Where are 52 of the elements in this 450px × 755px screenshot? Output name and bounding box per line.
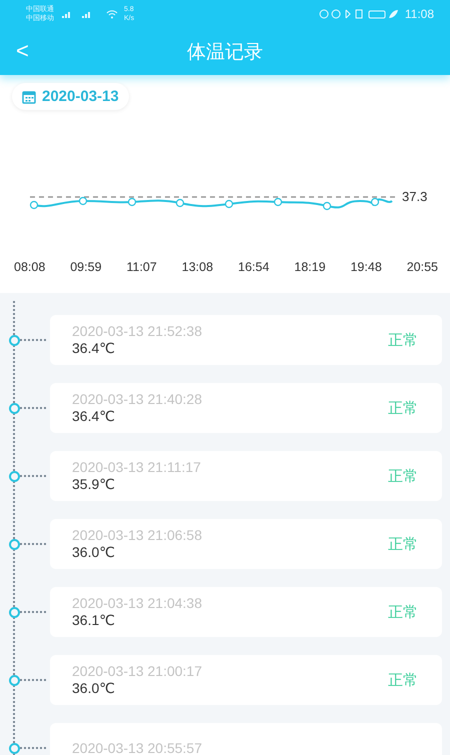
record-card[interactable]: 2020-03-13 21:52:38 36.4℃ 正常 (50, 315, 442, 365)
wifi-icon (106, 9, 118, 19)
axis-label: 09:59 (70, 260, 102, 274)
page-title: 体温记录 (187, 40, 263, 64)
temperature-value: 35.9℃ (72, 476, 116, 493)
temperature-value: 36.4℃ (72, 408, 116, 425)
temperature-value: 36.0℃ (72, 680, 116, 697)
axis-label: 11:07 (126, 260, 157, 274)
data-point (224, 200, 234, 208)
record-time: 2020-03-13 21:00:17 (72, 663, 202, 679)
record-time: 2020-03-13 21:11:17 (72, 459, 201, 475)
data-point (78, 196, 88, 206)
axis-label: 16:54 (238, 260, 270, 274)
calendar-icon (22, 90, 36, 104)
timeline-dot (9, 402, 20, 414)
record-card[interactable]: 2020-03-13 21:04:38 36.1℃ 正常 (50, 587, 442, 637)
status-label: 正常 (388, 466, 418, 486)
timeline-dot (9, 334, 20, 346)
timeline-dot (9, 538, 20, 550)
data-point (322, 202, 332, 210)
temperature-value: 36.4℃ (72, 340, 116, 357)
timeline-dot (9, 674, 20, 686)
status-label: 正常 (388, 534, 418, 554)
axis-label: 08:08 (14, 260, 46, 274)
data-point (274, 198, 282, 206)
record-card[interactable]: 2020-03-13 21:06:58 36.0℃ 正常 (50, 519, 442, 569)
status-label: 正常 (388, 602, 418, 622)
data-point (370, 198, 380, 206)
record-time: 2020-03-13 21:06:58 (72, 527, 202, 543)
threshold-label: 37.3 (402, 189, 428, 204)
timeline-dot (9, 606, 20, 618)
record-time: 2020-03-13 21:04:38 (72, 595, 202, 611)
data-point (128, 198, 136, 206)
record-time: 2020-03-13 21:40:28 (72, 391, 202, 407)
record-time: 2020-03-13 20:55:57 (72, 740, 202, 755)
timeline-dot (9, 470, 20, 482)
status-label: 正常 (388, 398, 418, 418)
axis-label: 20:55 (406, 260, 438, 274)
data-point (30, 200, 38, 210)
axis-label: 19:48 (350, 260, 382, 274)
record-card[interactable]: 2020-03-13 21:40:28 36.4℃ 正常 (50, 383, 442, 433)
record-time: 2020-03-13 21:52:38 (72, 323, 202, 339)
temperature-value: 36.1℃ (72, 612, 116, 629)
record-card[interactable]: 2020-03-13 21:11:17 35.9℃ 正常 (50, 451, 442, 501)
record-card[interactable]: 2020-03-13 21:00:17 36.0℃ 正常 (50, 655, 442, 705)
axis-label: 13:08 (182, 260, 214, 274)
status-label: 正常 (388, 330, 418, 350)
axis-label: 18:19 (294, 260, 326, 274)
status-label: 正常 (388, 670, 418, 690)
temperature-value: 36.0℃ (72, 544, 116, 561)
clock-time: 11:08 (404, 7, 434, 21)
data-point (176, 198, 184, 208)
